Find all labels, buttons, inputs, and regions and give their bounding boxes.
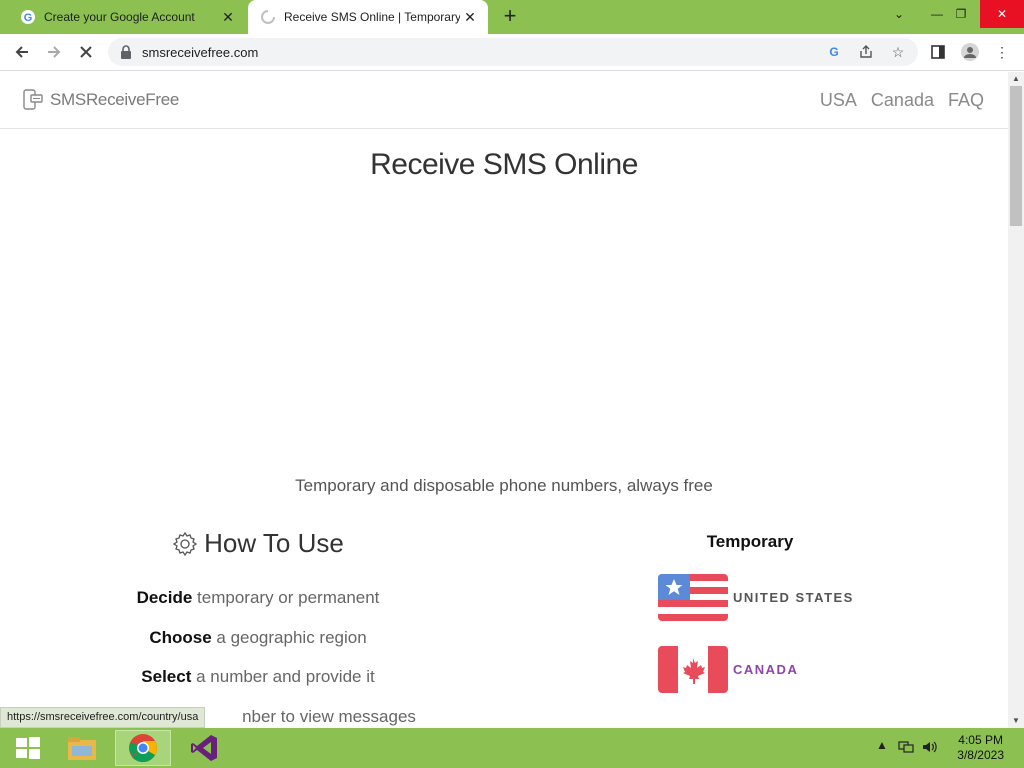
close-tab-icon[interactable]: ✕ [460, 7, 480, 27]
step-bold: Choose [149, 628, 212, 647]
visual-studio-icon [191, 735, 217, 761]
file-explorer-button[interactable] [54, 730, 110, 766]
howto-step: Choose a geographic region [0, 628, 516, 648]
scroll-down-arrow-icon[interactable]: ▼ [1008, 714, 1024, 728]
folder-icon [68, 737, 96, 760]
step-bold: Select [141, 667, 192, 686]
close-window-button[interactable]: ✕ [980, 0, 1024, 28]
browser-titlebar: G Create your Google Account ✕ Receive S… [0, 0, 1024, 34]
svg-text:G: G [829, 45, 838, 59]
phone-sms-icon [23, 89, 43, 110]
country-link-usa[interactable]: UNITED STATES [658, 574, 854, 621]
how-to-title-text: How To Use [204, 528, 344, 558]
clock-date: 3/8/2023 [957, 748, 1004, 762]
share-icon[interactable] [856, 42, 876, 62]
address-bar[interactable]: smsreceivefree.com G ☆ [108, 38, 918, 66]
loading-spinner-icon [260, 9, 276, 25]
browser-toolbar: smsreceivefree.com G ☆ ⋮ [0, 34, 1024, 71]
country-name: CANADA [733, 662, 799, 677]
tab-search-chevron-icon[interactable]: ⌄ [882, 0, 916, 28]
back-button[interactable] [10, 40, 34, 64]
windows-logo-icon [16, 737, 40, 759]
page-scrollbar[interactable]: ▲ ▼ [1008, 72, 1024, 728]
start-button[interactable] [0, 730, 56, 766]
google-translate-icon[interactable]: G [824, 42, 844, 62]
nav-link-canada[interactable]: Canada [871, 90, 934, 111]
windows-taskbar: ▲ 4:05 PM 3/8/2023 [0, 728, 1024, 768]
close-tab-icon[interactable]: ✕ [218, 7, 238, 27]
tab-receive-sms[interactable]: Receive SMS Online | Temporary ✕ [248, 0, 488, 34]
tab-title: Create your Google Account [44, 10, 195, 24]
step-text: temporary or permanent [197, 588, 380, 607]
usa-flag-icon [658, 574, 728, 621]
restore-button[interactable]: ❐ [944, 0, 978, 28]
country-name: UNITED STATES [733, 590, 854, 605]
howto-step: Select a number and provide it [0, 667, 516, 687]
new-tab-button[interactable]: + [498, 5, 522, 29]
how-to-use-section: How To Use [0, 528, 516, 562]
google-icon: G [20, 9, 36, 25]
chrome-taskbar-button[interactable] [115, 730, 171, 766]
visual-studio-button[interactable] [176, 730, 232, 766]
system-clock[interactable]: 4:05 PM 3/8/2023 [957, 733, 1004, 763]
page-title: Receive SMS Online [370, 148, 638, 181]
step-text: nber to view messages [242, 707, 416, 726]
side-panel-icon[interactable] [926, 40, 950, 64]
bookmark-star-icon[interactable]: ☆ [888, 42, 908, 62]
network-icon[interactable] [898, 740, 914, 757]
show-hidden-icons-button[interactable]: ▲ [876, 738, 888, 752]
site-logo[interactable]: SMSReceiveFree [22, 88, 179, 112]
site-navbar: SMSReceiveFree USA Canada FAQ [0, 72, 1008, 129]
step-text: a geographic region [216, 628, 367, 647]
web-page: SMSReceiveFree USA Canada FAQ Receive SM… [0, 72, 1008, 728]
lock-icon [121, 45, 131, 59]
nav-link-usa[interactable]: USA [820, 90, 857, 111]
chrome-icon [129, 734, 157, 763]
tab-google-account[interactable]: G Create your Google Account ✕ [8, 0, 246, 34]
clock-time: 4:05 PM [958, 733, 1003, 747]
tab-title: Receive SMS Online | Temporary [284, 10, 460, 24]
status-bar-url: https://smsreceivefree.com/country/usa [0, 707, 206, 728]
menu-kebab-icon[interactable]: ⋮ [990, 40, 1014, 64]
scrollbar-thumb[interactable] [1010, 86, 1022, 226]
volume-icon[interactable] [922, 740, 938, 757]
country-link-canada[interactable]: CANADA [658, 646, 798, 693]
forward-button[interactable] [42, 40, 66, 64]
logo-text: SMSReceiveFree [50, 90, 180, 109]
scroll-up-arrow-icon[interactable]: ▲ [1008, 72, 1024, 86]
step-text: a number and provide it [196, 667, 375, 686]
nav-link-faq[interactable]: FAQ [948, 90, 984, 111]
numbers-title: Temporary [706, 532, 794, 551]
profile-avatar-icon[interactable] [958, 40, 982, 64]
url-text: smsreceivefree.com [142, 44, 259, 60]
howto-step: Decide temporary or permanent [0, 588, 516, 608]
how-to-title: How To Use [172, 528, 344, 559]
stop-loading-button[interactable] [74, 40, 98, 64]
canada-flag-icon [658, 646, 728, 693]
tagline: Temporary and disposable phone numbers, … [295, 476, 713, 495]
svg-text:G: G [24, 12, 33, 24]
gear-icon [172, 531, 198, 556]
step-bold: Decide [136, 588, 193, 607]
